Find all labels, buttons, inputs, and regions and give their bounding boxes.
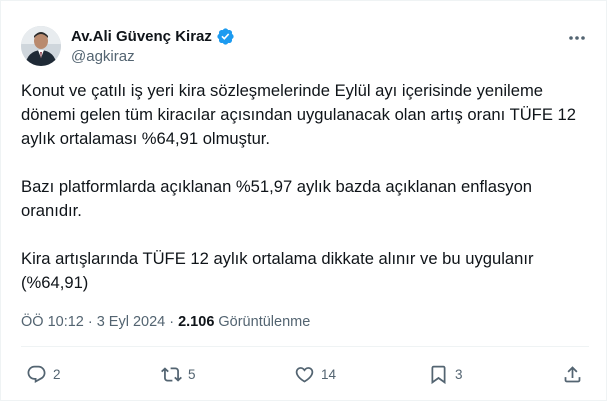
reply-icon xyxy=(27,365,46,383)
meta-separator: · xyxy=(169,314,175,330)
tweet-text: Konut ve çatılı iş yeri kira sözleşmeler… xyxy=(21,81,576,292)
verified-badge-icon[interactable] xyxy=(216,27,235,46)
tweet-meta: ÖÖ 10:12 · 3 Eyl 2024 · 2.106 Görüntülen… xyxy=(21,314,310,330)
retweet-icon xyxy=(161,366,182,382)
tweet-card: Av.Ali Güvenç Kiraz @agkiraz Konut ve ça… xyxy=(0,0,607,401)
divider xyxy=(21,346,589,347)
tweet-date[interactable]: 3 Eyl 2024 xyxy=(97,314,166,330)
retweet-count: 5 xyxy=(188,366,196,382)
action-bar: 2 5 14 3 xyxy=(1,359,607,389)
retweet-button[interactable]: 5 xyxy=(161,359,196,389)
meta-separator: · xyxy=(87,314,93,330)
bookmark-count: 3 xyxy=(455,366,463,382)
reply-count: 2 xyxy=(53,366,61,382)
author-name[interactable]: Av.Ali Güvenç Kiraz xyxy=(71,28,212,45)
like-count: 14 xyxy=(321,366,337,382)
bookmark-icon xyxy=(431,365,446,384)
share-button[interactable] xyxy=(562,359,583,389)
avatar[interactable] xyxy=(21,26,61,66)
profile-photo-icon xyxy=(21,26,61,66)
like-button[interactable]: 14 xyxy=(294,359,336,389)
share-icon xyxy=(564,365,581,382)
views-label: Görüntülenme xyxy=(218,314,311,330)
like-icon xyxy=(295,366,314,383)
more-icon[interactable] xyxy=(566,29,588,47)
author-name-row: Av.Ali Güvenç Kiraz xyxy=(71,26,235,46)
views-count[interactable]: 2.106 xyxy=(178,314,214,330)
tweet-time[interactable]: ÖÖ 10:12 xyxy=(21,314,84,330)
reply-button[interactable]: 2 xyxy=(26,359,61,389)
author-handle[interactable]: @agkiraz xyxy=(71,48,135,65)
bookmark-button[interactable]: 3 xyxy=(428,359,463,389)
